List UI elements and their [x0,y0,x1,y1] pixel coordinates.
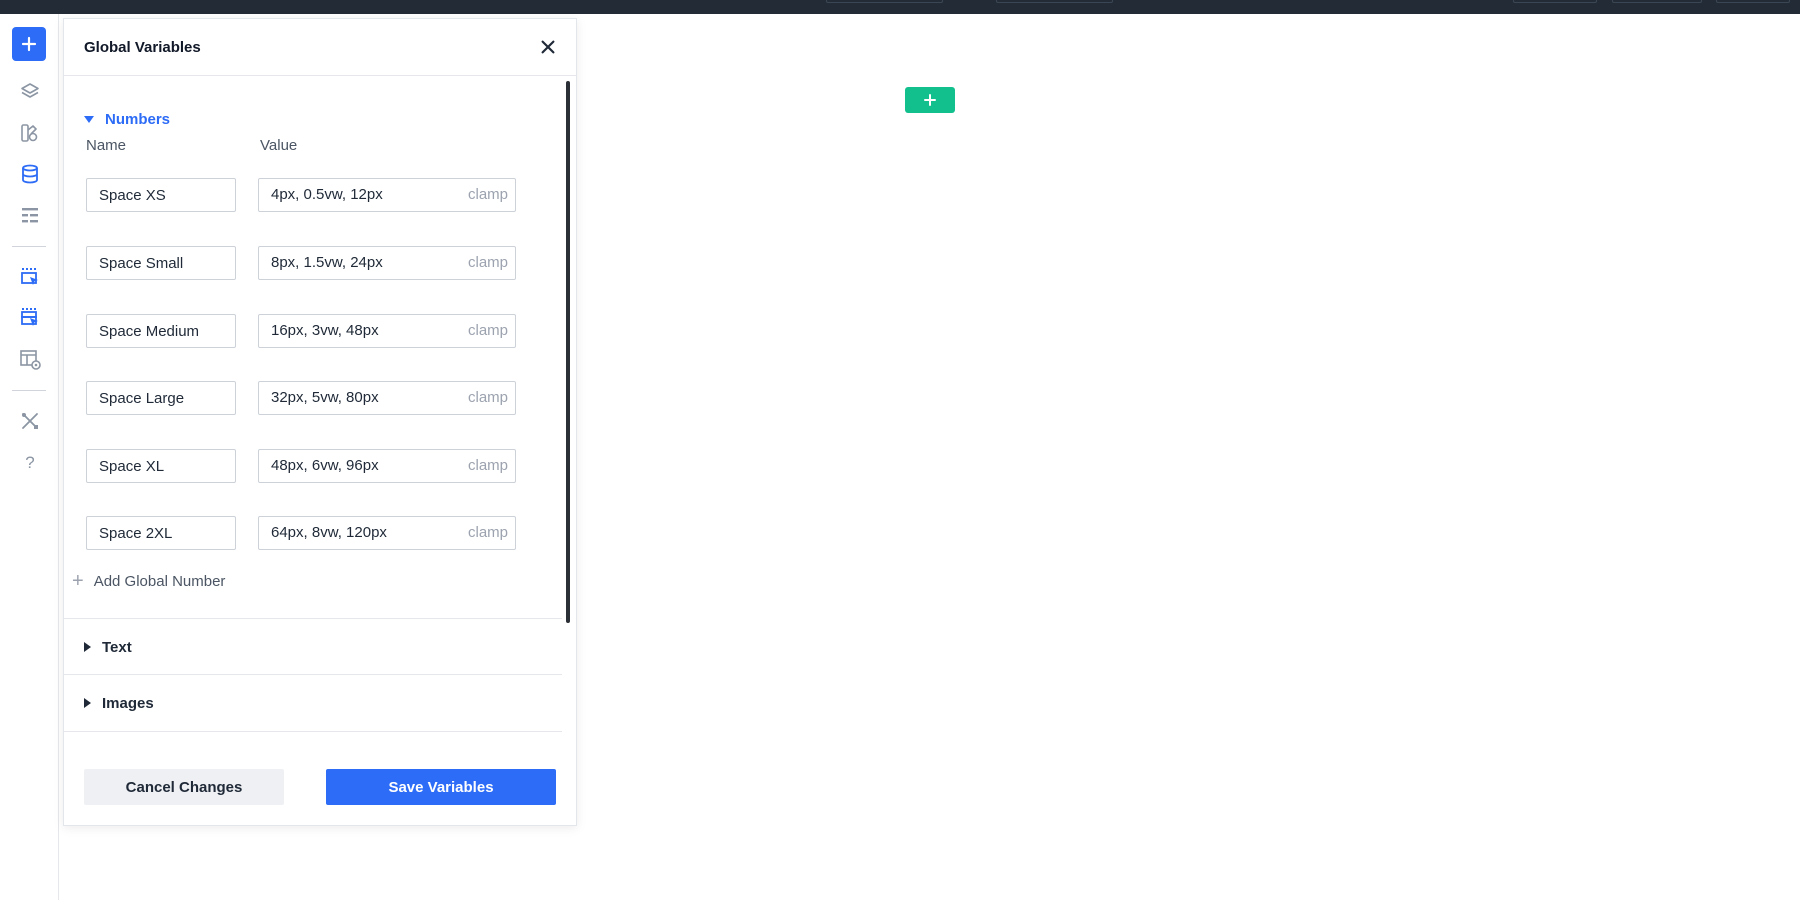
layers-icon [21,83,39,98]
select-tool-button[interactable] [12,259,48,295]
close-icon [541,40,555,54]
save-variables-button[interactable]: Save Variables [326,769,556,805]
layers-button[interactable] [12,74,48,110]
close-button[interactable] [534,33,562,61]
variable-row: Space XS 4px, 0.5vw, 12px clamp [86,178,516,214]
caret-right-icon [84,698,91,708]
clamp-label: clamp [467,524,508,541]
template-preview-button[interactable] [12,341,48,377]
sidebar-divider [12,390,46,391]
clamp-label: clamp [467,457,508,474]
caret-right-icon [84,642,91,652]
variable-row: Space Small 8px, 1.5vw, 24px clamp [86,246,516,282]
add-global-number-button[interactable]: + Add Global Number [72,569,225,593]
topbar-control[interactable] [826,0,943,3]
section-text-toggle[interactable]: Text [64,619,562,675]
clamp-label: clamp [467,254,508,271]
variable-row: Space Large 32px, 5vw, 80px clamp [86,381,516,417]
column-header-value: Value [260,137,298,154]
variable-value: 4px, 0.5vw, 12px [271,186,383,203]
global-variables-panel: Global Variables Numbers Name Value Spac… [63,18,577,826]
variable-value-input[interactable]: 4px, 0.5vw, 12px clamp [258,178,516,212]
section-label: Numbers [105,110,171,128]
column-header-name: Name [86,137,127,154]
multi-select-tool-button[interactable] [12,300,48,336]
variable-name-input[interactable]: Space Small [86,246,236,280]
tools-icon [22,413,38,429]
database-icon [22,164,38,184]
add-global-number-label: Add Global Number [93,572,226,590]
list-icon [22,208,38,223]
add-element-button[interactable] [12,27,46,61]
styles-button[interactable] [12,115,48,151]
variable-value: 48px, 6vw, 96px [271,457,379,474]
section-divider [64,731,562,732]
caret-down-icon [84,115,94,123]
left-toolbar: ? [0,14,59,900]
sidebar-divider [12,246,46,247]
global-variables-button[interactable] [12,156,48,192]
clamp-label: clamp [467,389,508,406]
variable-row: Space 2XL 64px, 8vw, 120px clamp [86,516,516,552]
help-icon: ? [25,453,34,472]
variable-value: 64px, 8vw, 120px [271,524,387,541]
topbar-control[interactable] [1513,0,1597,3]
multi-select-cursor-icon [21,308,38,326]
layout-preview-icon [20,350,41,370]
variable-value-input[interactable]: 16px, 3vw, 48px clamp [258,314,516,348]
section-numbers-toggle[interactable]: Numbers [64,91,562,147]
cancel-changes-button[interactable]: Cancel Changes [84,769,284,805]
clamp-label: clamp [467,186,508,203]
select-cursor-icon [21,268,38,285]
canvas-add-section-button[interactable] [905,87,955,113]
panel-header: Global Variables [64,19,576,76]
help-button[interactable]: ? [12,444,48,480]
variable-value: 32px, 5vw, 80px [271,389,379,406]
scrollbar[interactable] [566,81,570,623]
topbar-control[interactable] [1716,0,1790,3]
variable-value-input[interactable]: 32px, 5vw, 80px clamp [258,381,516,415]
section-images-toggle[interactable]: Images [64,675,562,731]
top-bar [0,0,1800,14]
svg-text:?: ? [25,453,34,472]
variable-value-input[interactable]: 48px, 6vw, 96px clamp [258,449,516,483]
variable-row: Space Medium 16px, 3vw, 48px clamp [86,314,516,350]
plus-icon [924,94,936,106]
plus-icon [21,36,37,52]
clamp-label: clamp [467,322,508,339]
variable-name-input[interactable]: Space 2XL [86,516,236,550]
variable-name-input[interactable]: Space Large [86,381,236,415]
variable-name-input[interactable]: Space XL [86,449,236,483]
variable-name-input[interactable]: Space XS [86,178,236,212]
topbar-control[interactable] [996,0,1113,3]
list-button[interactable] [12,197,48,233]
variable-name-input[interactable]: Space Medium [86,314,236,348]
section-label: Images [102,694,154,712]
variable-value-input[interactable]: 8px, 1.5vw, 24px clamp [258,246,516,280]
variable-row: Space XL 48px, 6vw, 96px clamp [86,449,516,485]
variable-value-input[interactable]: 64px, 8vw, 120px clamp [258,516,516,550]
topbar-control[interactable] [1612,0,1702,3]
plus-icon: + [72,570,84,592]
section-label: Text [102,638,132,656]
variable-value: 16px, 3vw, 48px [271,322,379,339]
panel-title: Global Variables [84,39,201,56]
palette-icon [21,124,38,142]
settings-tools-button[interactable] [12,403,48,439]
variable-value: 8px, 1.5vw, 24px [271,254,383,271]
